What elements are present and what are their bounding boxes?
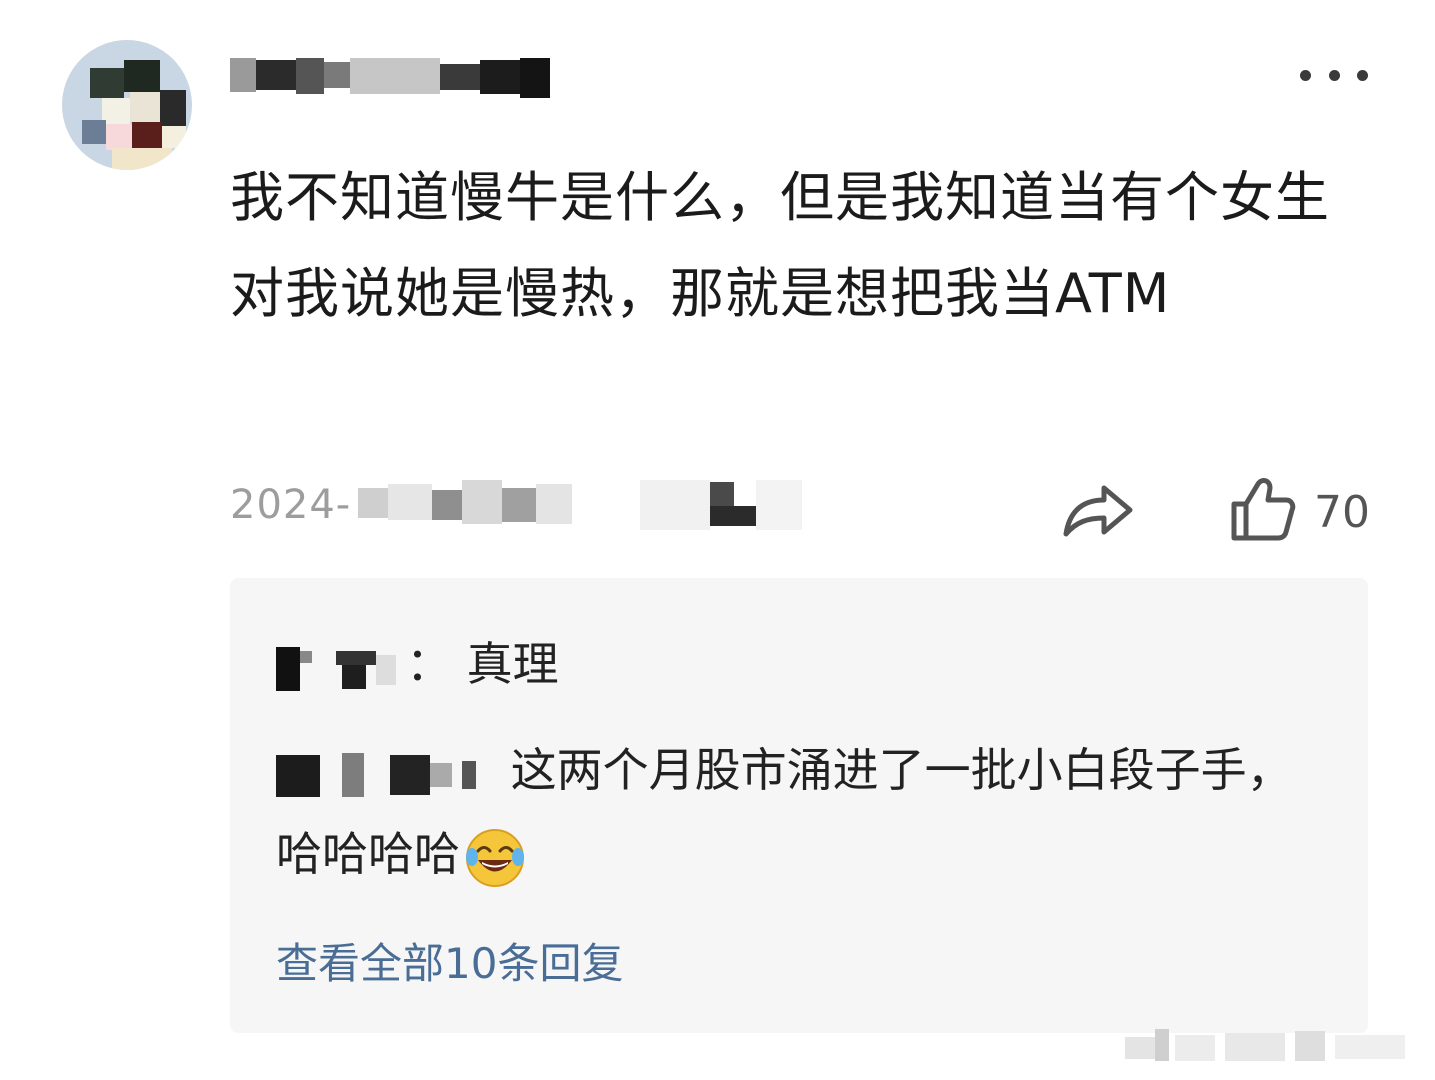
blur-block bbox=[536, 484, 572, 524]
blur-block bbox=[520, 58, 550, 98]
blur-block bbox=[300, 650, 312, 663]
thumbs-up-icon bbox=[1231, 478, 1296, 541]
reply-item[interactable]: ： 真理 bbox=[276, 622, 559, 706]
avatar-pixel bbox=[124, 60, 160, 92]
blur-block bbox=[388, 484, 432, 520]
reply-text: 真理 bbox=[466, 637, 559, 691]
watermark-blurred bbox=[1125, 1029, 1405, 1061]
blur-block bbox=[462, 480, 502, 524]
blur-block bbox=[350, 58, 440, 94]
more-dots-icon bbox=[1357, 69, 1368, 81]
blur-block bbox=[462, 760, 476, 789]
username-blurred[interactable] bbox=[230, 58, 560, 100]
view-all-replies-link[interactable]: 查看全部10条回复 bbox=[276, 930, 623, 991]
avatar[interactable] bbox=[62, 40, 192, 170]
blur-block bbox=[336, 650, 376, 665]
avatar-pixel bbox=[102, 98, 130, 126]
replies-container: ： 真理 这两个月股市涌进了一批小白段子手，哈哈哈哈 查看全部10条回复 bbox=[230, 578, 1368, 1033]
blur-block bbox=[440, 64, 480, 90]
blur-block bbox=[358, 488, 388, 518]
blur-block bbox=[710, 482, 734, 506]
blur-block bbox=[324, 62, 352, 88]
reply-separator: ： bbox=[406, 637, 452, 691]
tears-of-joy-emoji-icon bbox=[466, 828, 524, 887]
blur-block bbox=[710, 506, 756, 526]
blur-block bbox=[230, 58, 256, 92]
post-meta-blurred: 2024- bbox=[230, 480, 810, 530]
blur-block bbox=[480, 60, 520, 94]
avatar-pixel bbox=[132, 122, 162, 150]
avatar-pixel bbox=[90, 68, 124, 98]
reply-author-blurred[interactable] bbox=[276, 643, 406, 693]
blur-block bbox=[640, 480, 710, 530]
blur-block bbox=[276, 754, 320, 797]
share-arrow-icon bbox=[1063, 485, 1133, 537]
more-dots-icon bbox=[1300, 69, 1311, 81]
avatar-pixel bbox=[162, 126, 186, 148]
more-options-button[interactable] bbox=[1300, 62, 1368, 88]
blur-block bbox=[296, 58, 324, 94]
like-count: 70 bbox=[1314, 486, 1370, 538]
avatar-pixel bbox=[106, 124, 132, 150]
blur-block bbox=[276, 646, 300, 691]
avatar-pixel bbox=[160, 90, 186, 126]
reply-author-blurred[interactable] bbox=[276, 749, 496, 799]
blur-block bbox=[376, 654, 396, 685]
avatar-pixel bbox=[130, 92, 160, 122]
post-date: 2024- bbox=[230, 482, 352, 528]
blur-block bbox=[390, 754, 430, 795]
reply-item[interactable]: 这两个月股市涌进了一批小白段子手，哈哈哈哈 bbox=[276, 728, 1336, 896]
avatar-pixel bbox=[112, 148, 172, 170]
more-dots-icon bbox=[1328, 69, 1340, 81]
blur-block bbox=[430, 762, 452, 787]
blur-block bbox=[342, 664, 366, 689]
blur-block bbox=[432, 490, 462, 520]
blur-block bbox=[502, 488, 536, 522]
like-button[interactable]: 70 bbox=[1230, 474, 1370, 544]
blur-block bbox=[756, 480, 802, 530]
blur-block bbox=[256, 60, 296, 90]
comment-body: 我不知道慢牛是什么，但是我知道当有个女生对我说她是慢热，那就是想把我当ATM bbox=[230, 166, 1330, 325]
avatar-pixel bbox=[82, 120, 106, 144]
share-button[interactable] bbox=[1060, 478, 1136, 542]
blur-block bbox=[342, 752, 364, 797]
